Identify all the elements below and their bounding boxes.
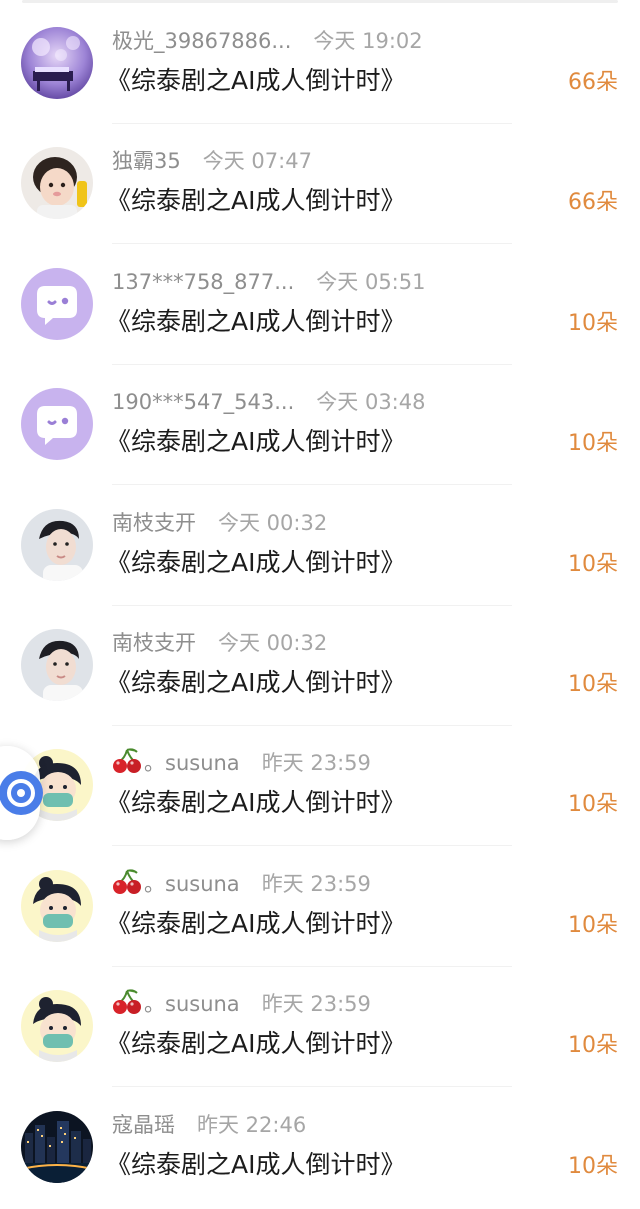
floating-assistant-button[interactable] [0, 746, 43, 840]
user-name[interactable]: 极光_39867886... [112, 29, 291, 53]
row-divider [112, 484, 512, 485]
gift-time: 昨天 22:46 [197, 1113, 307, 1137]
book-title[interactable]: 《综泰剧之AI成人倒计时》 [106, 184, 405, 218]
book-title[interactable]: 《综泰剧之AI成人倒计时》 [106, 907, 405, 941]
gift-time: 昨天 23:59 [261, 992, 371, 1016]
user-name[interactable]: 。susuna [144, 992, 240, 1016]
gift-amount: 66朵 [568, 70, 618, 95]
gift-amount: 66朵 [568, 190, 618, 215]
user-avatar[interactable] [21, 268, 93, 340]
user-avatar[interactable] [21, 147, 93, 219]
cherry-icon [113, 989, 141, 1014]
gift-time: 今天 05:51 [316, 270, 426, 294]
row-divider [112, 845, 512, 846]
user-name[interactable]: 寇晶瑶 [112, 1113, 175, 1137]
user-meta: 137***758_877... 今天 05:51 [112, 267, 425, 297]
cherry-icon [113, 869, 141, 894]
user-meta: 南枝支开 今天 00:32 [112, 508, 327, 538]
user-name[interactable]: 190***547_543... [112, 390, 294, 414]
user-avatar[interactable] [21, 870, 93, 942]
book-title[interactable]: 《综泰剧之AI成人倒计时》 [106, 305, 405, 339]
gift-list-item[interactable]: 独霸35 今天 07:47 《综泰剧之AI成人倒计时》 66朵 [0, 125, 640, 245]
user-avatar[interactable] [21, 388, 93, 460]
user-name[interactable]: 。susuna [144, 872, 240, 896]
book-title[interactable]: 《综泰剧之AI成人倒计时》 [106, 666, 405, 700]
user-meta: 寇晶瑶 昨天 22:46 [112, 1110, 306, 1140]
row-divider [112, 605, 512, 606]
book-title[interactable]: 《综泰剧之AI成人倒计时》 [106, 1148, 405, 1182]
book-title[interactable]: 《综泰剧之AI成人倒计时》 [106, 1027, 405, 1061]
row-divider [112, 364, 512, 365]
user-meta: 独霸35 今天 07:47 [112, 146, 312, 176]
gift-list-item[interactable]: 寇晶瑶 昨天 22:46 《综泰剧之AI成人倒计时》 10朵 [0, 1089, 640, 1209]
gift-amount: 10朵 [568, 792, 618, 817]
book-title[interactable]: 《综泰剧之AI成人倒计时》 [106, 786, 405, 820]
user-meta: 南枝支开 今天 00:32 [112, 628, 327, 658]
gift-time: 今天 19:02 [313, 29, 423, 53]
book-title[interactable]: 《综泰剧之AI成人倒计时》 [106, 64, 405, 98]
gift-amount: 10朵 [568, 431, 618, 456]
gift-list: 极光_39867886... 今天 19:02 《综泰剧之AI成人倒计时》 66朵 独霸… [0, 0, 640, 1208]
gift-list-item[interactable]: 。susuna 昨天 23:59 《综泰剧之AI成人倒计时》 10朵 [0, 968, 640, 1088]
book-title[interactable]: 《综泰剧之AI成人倒计时》 [106, 546, 405, 580]
gift-amount: 10朵 [568, 1154, 618, 1179]
gift-list-item[interactable]: 。susuna 昨天 23:59 《综泰剧之AI成人倒计时》 10朵 [0, 848, 640, 968]
row-divider [112, 1086, 512, 1087]
user-name[interactable]: 南枝支开 [112, 631, 196, 655]
user-name[interactable]: 南枝支开 [112, 511, 196, 535]
user-meta: 190***547_543... 今天 03:48 [112, 387, 425, 417]
gift-time: 今天 07:47 [202, 149, 312, 173]
user-meta: 极光_39867886... 今天 19:02 [112, 26, 423, 56]
gift-amount: 10朵 [568, 552, 618, 577]
gift-amount: 10朵 [568, 311, 618, 336]
user-avatar[interactable] [21, 990, 93, 1062]
gift-amount: 10朵 [568, 913, 618, 938]
user-name[interactable]: 。susuna [144, 751, 240, 775]
book-title[interactable]: 《综泰剧之AI成人倒计时》 [106, 425, 405, 459]
gift-list-item[interactable]: 南枝支开 今天 00:32 《综泰剧之AI成人倒计时》 10朵 [0, 607, 640, 727]
gift-time: 今天 03:48 [316, 390, 426, 414]
gift-time: 今天 00:32 [218, 511, 328, 535]
user-meta: 。susuna 昨天 23:59 [112, 748, 371, 778]
gift-time: 昨天 23:59 [261, 751, 371, 775]
user-avatar[interactable] [21, 1111, 93, 1183]
assistant-icon [0, 771, 43, 815]
gift-list-item[interactable]: 137***758_877... 今天 05:51 《综泰剧之AI成人倒计时》 10朵 [0, 246, 640, 366]
gift-list-item[interactable]: 南枝支开 今天 00:32 《综泰剧之AI成人倒计时》 10朵 [0, 487, 640, 607]
gift-amount: 10朵 [568, 1033, 618, 1058]
cherry-icon [113, 748, 141, 773]
row-divider [112, 966, 512, 967]
gift-list-item[interactable]: 。susuna 昨天 23:59 《综泰剧之AI成人倒计时》 10朵 [0, 727, 640, 847]
gift-time: 今天 00:32 [218, 631, 328, 655]
user-avatar[interactable] [21, 27, 93, 99]
user-name[interactable]: 独霸35 [112, 149, 181, 173]
gift-list-item[interactable]: 190***547_543... 今天 03:48 《综泰剧之AI成人倒计时》 10朵 [0, 366, 640, 486]
row-divider [112, 123, 512, 124]
user-name[interactable]: 137***758_877... [112, 270, 294, 294]
row-divider [112, 725, 512, 726]
gift-amount: 10朵 [568, 672, 618, 697]
user-avatar[interactable] [21, 509, 93, 581]
user-meta: 。susuna 昨天 23:59 [112, 989, 371, 1019]
user-avatar[interactable] [21, 629, 93, 701]
gift-list-item[interactable]: 极光_39867886... 今天 19:02 《综泰剧之AI成人倒计时》 66朵 [0, 5, 640, 125]
row-divider [112, 243, 512, 244]
gift-time: 昨天 23:59 [261, 872, 371, 896]
user-meta: 。susuna 昨天 23:59 [112, 869, 371, 899]
